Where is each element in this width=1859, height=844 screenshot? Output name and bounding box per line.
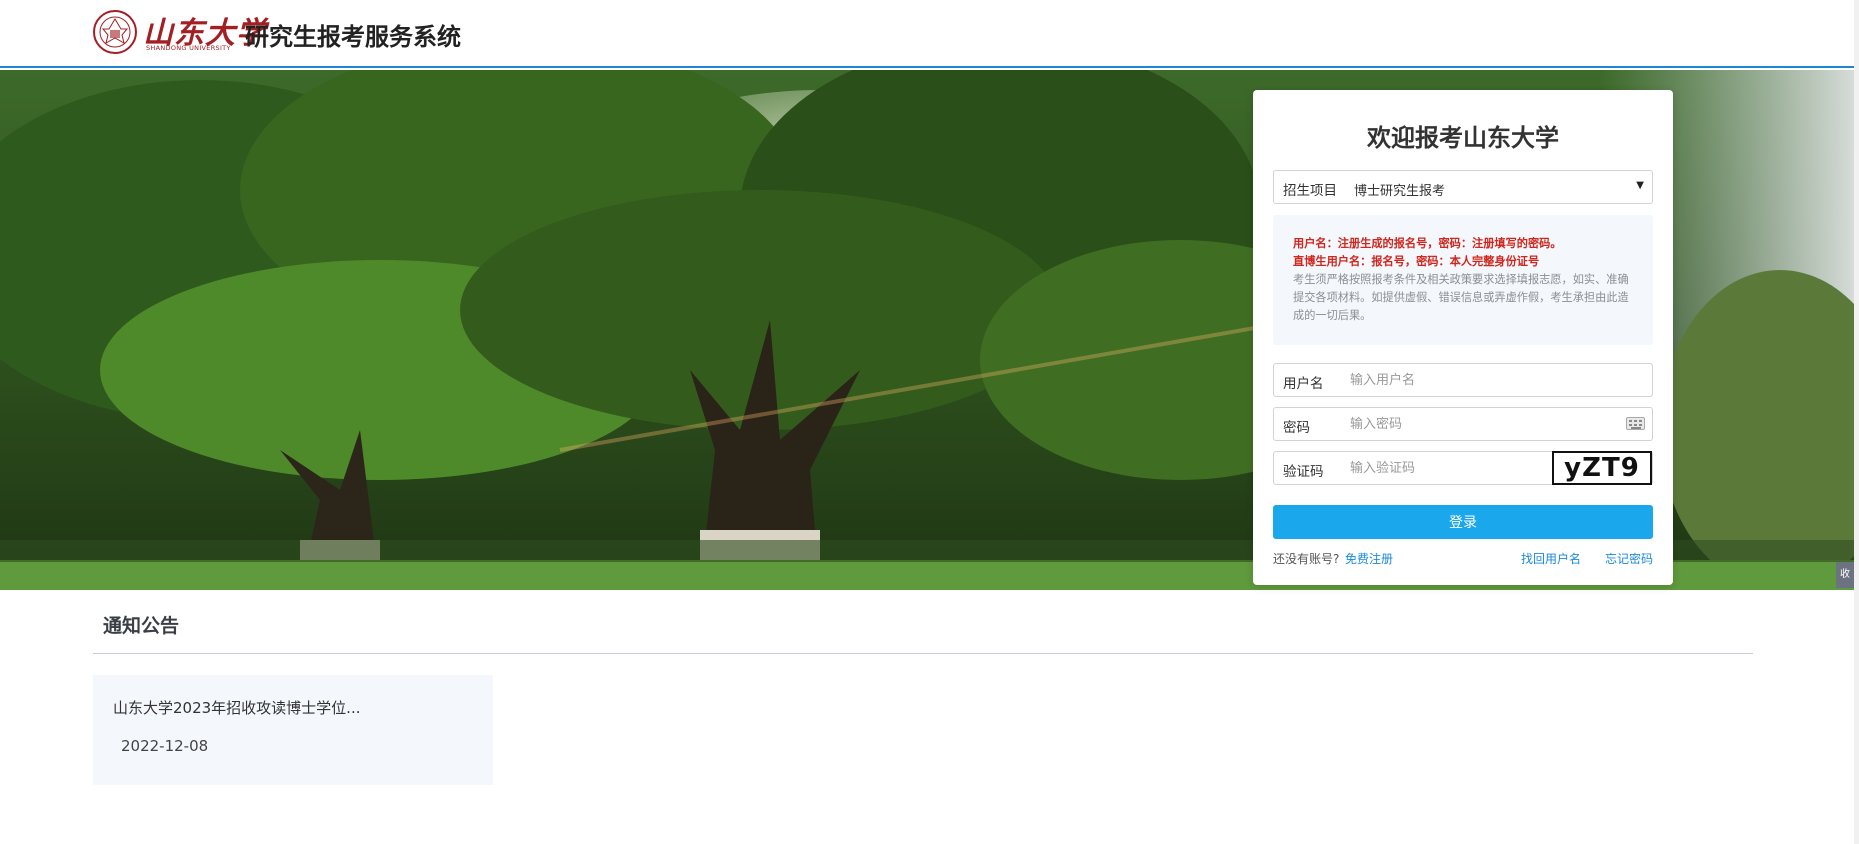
password-input[interactable] xyxy=(1350,411,1580,437)
captcha-label: 验证码 xyxy=(1283,464,1324,480)
username-label: 用户名 xyxy=(1283,376,1324,392)
dropdown-arrow-icon: ▼ xyxy=(1636,180,1644,191)
captcha-input[interactable] xyxy=(1350,455,1580,481)
notice-line-1: 用户名：注册生成的报名号，密码：注册填写的密码。 xyxy=(1293,237,1562,250)
no-account-text: 还没有账号? xyxy=(1273,552,1340,566)
project-select[interactable]: 招生项目 博士研究生报考 ▼ xyxy=(1273,170,1653,204)
notice-line-2: 直博生用户名：报名号，密码：本人完整身份证号 xyxy=(1293,255,1540,268)
logo-english: SHANDONG UNIVERSITY xyxy=(146,44,231,52)
notice-item-title[interactable]: 山东大学2023年招收攻读博士学位... xyxy=(113,697,360,718)
project-value: 博士研究生报考 xyxy=(1354,184,1446,199)
password-row: 密码 xyxy=(1273,407,1653,441)
find-username-link[interactable]: 找回用户名 xyxy=(1521,550,1581,567)
register-link[interactable]: 免费注册 xyxy=(1345,550,1393,567)
captcha-row: 验证码 yZT9 xyxy=(1273,451,1653,485)
login-button[interactable]: 登录 xyxy=(1273,505,1653,539)
captcha-image[interactable]: yZT9 xyxy=(1552,451,1652,485)
login-title: 欢迎报考山东大学 xyxy=(1367,124,1559,152)
keyboard-icon[interactable] xyxy=(1626,417,1645,430)
site-title: 研究生报考服务系统 xyxy=(245,23,461,51)
username-row: 用户名 xyxy=(1273,363,1653,397)
university-seal-icon xyxy=(93,10,137,54)
page-scrollbar[interactable] xyxy=(1854,0,1859,844)
project-label: 招生项目 xyxy=(1283,183,1337,199)
login-links: 还没有账号? 免费注册 找回用户名 忘记密码 xyxy=(1273,550,1653,568)
forgot-password-link[interactable]: 忘记密码 xyxy=(1605,550,1653,567)
header: 山东大学 SHANDONG UNIVERSITY 研究生报考服务系统 xyxy=(0,0,1859,68)
notice-line-3: 考生须严格按照报考条件及相关政策要求选择填报志愿，如实、准确提交各项材料。如提供… xyxy=(1293,273,1629,322)
password-label: 密码 xyxy=(1283,420,1310,436)
side-collapse-tab[interactable]: 收 xyxy=(1836,562,1854,588)
login-notice: 用户名：注册生成的报名号，密码：注册填写的密码。 直博生用户名：报名号，密码：本… xyxy=(1273,215,1653,345)
login-card: 欢迎报考山东大学 招生项目 博士研究生报考 ▼ 用户名：注册生成的报名号，密码：… xyxy=(1253,90,1673,585)
notice-item[interactable]: 山东大学2023年招收攻读博士学位... 2022-12-08 xyxy=(93,675,493,785)
notice-item-date: 2022-12-08 xyxy=(121,737,209,755)
notices-title: 通知公告 xyxy=(103,615,180,637)
notices-divider xyxy=(93,653,1753,654)
username-input[interactable] xyxy=(1350,367,1580,393)
